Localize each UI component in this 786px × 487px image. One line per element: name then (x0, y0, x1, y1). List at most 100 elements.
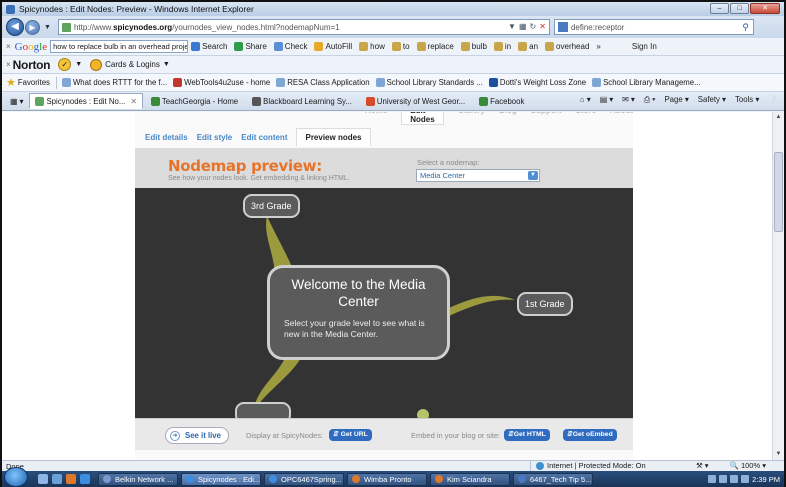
tab-teachgeorgia[interactable]: TeachGeorgia - Home (145, 93, 244, 109)
taskbar-item[interactable]: OPC6467Spring... (264, 472, 344, 486)
switch-windows-icon[interactable] (52, 474, 62, 484)
norton-dropdown-icon[interactable]: ▼ (75, 61, 82, 68)
node-3rd-grade[interactable]: 3rd Grade (243, 194, 300, 218)
favorite-link[interactable]: School Library Standards ... (375, 78, 483, 87)
nav-home[interactable]: Home (365, 112, 387, 125)
cards-logins-button[interactable]: Cards & Logins (105, 60, 160, 69)
nav-gallery[interactable]: Gallery (458, 112, 485, 125)
tab-uwg[interactable]: University of West Geor... (360, 93, 471, 109)
nav-blog[interactable]: Blog (499, 112, 517, 125)
tab-edit-details[interactable]: Edit details (145, 133, 188, 142)
highlight-an[interactable]: an (518, 42, 538, 51)
close-tab-icon[interactable]: ✕ (130, 97, 137, 106)
mail-button[interactable]: ✉ ▾ (622, 95, 635, 105)
google-autofill-button[interactable]: AutoFill (314, 42, 352, 51)
highlight-how[interactable]: how (359, 42, 385, 51)
back-button[interactable]: ◀ (6, 18, 24, 36)
taskbar-item[interactable]: 6467_Tech Tip 5... (513, 472, 593, 486)
scroll-down-icon[interactable]: ▼ (773, 449, 784, 460)
search-input[interactable]: define:receptor ⚲ (553, 19, 754, 35)
tab-preview-nodes[interactable]: Preview nodes (296, 128, 371, 146)
start-button[interactable] (4, 467, 28, 487)
ie-icon[interactable] (80, 474, 90, 484)
scroll-thumb[interactable] (774, 152, 783, 232)
stop-icon[interactable]: ✕ (539, 22, 546, 31)
tab-edit-style[interactable]: Edit style (197, 133, 233, 142)
cards-dropdown-icon[interactable]: ▼ (163, 61, 170, 68)
help-icon[interactable]: ❔ (768, 95, 778, 105)
zoom-level[interactable]: 🔍 100% ▾ (730, 461, 766, 470)
favorite-link[interactable]: WebTools4u2use - home (173, 78, 270, 87)
minimize-button[interactable]: – (710, 3, 729, 14)
get-html-button[interactable]: ⇵Get HTML (504, 429, 550, 441)
favorite-link[interactable]: School Library Manageme... (592, 78, 701, 87)
maximize-button[interactable]: □ (730, 3, 749, 14)
nav-about[interactable]: About (610, 112, 633, 125)
google-share-button[interactable]: Share (234, 42, 267, 51)
favorites-button[interactable]: ★ Favorites (6, 76, 50, 89)
nav-store[interactable]: Store (575, 112, 595, 125)
network-icon[interactable] (730, 475, 739, 483)
forward-button[interactable]: ▶ (25, 19, 40, 35)
history-dropdown-icon[interactable]: ▼ (44, 24, 51, 31)
taskbar-item[interactable]: Spicynodes : Edi... (181, 472, 261, 486)
google-search-button[interactable]: Search (191, 42, 227, 51)
nodemap-select[interactable]: Media Center ▼ (416, 169, 540, 182)
tab-facebook[interactable]: Facebook (473, 93, 530, 109)
tray-icon[interactable] (719, 475, 728, 483)
url-dropdown-icon[interactable]: ▼ (508, 22, 516, 31)
taskbar-item[interactable]: Kim Sciandra (430, 472, 510, 486)
get-url-button[interactable]: ⇵ Get URL (329, 429, 372, 441)
favorite-link[interactable]: Dotti's Weight Loss Zone (488, 78, 586, 87)
compatibility-icon[interactable]: ▦ (519, 22, 527, 31)
norton-logo[interactable]: Norton (13, 58, 51, 72)
search-icon[interactable]: ⚲ (742, 22, 749, 33)
tab-blackboard[interactable]: Blackboard Learning Sy... (246, 93, 358, 109)
tab-edit-content[interactable]: Edit content (241, 133, 287, 142)
show-desktop-icon[interactable] (38, 474, 48, 484)
nodemap-canvas[interactable]: 3rd Grade 1st Grade Welcome to the Media… (135, 188, 633, 418)
node-bottom-partial[interactable] (235, 402, 291, 418)
highlight-in[interactable]: in (493, 42, 511, 51)
node-1st-grade[interactable]: 1st Grade (517, 292, 573, 316)
nav-support[interactable]: Support (531, 112, 562, 125)
nav-edit-nodes[interactable]: Edit Nodes (401, 112, 444, 125)
norton-toolbar-close[interactable]: × (6, 60, 11, 69)
close-button[interactable]: ✕ (750, 3, 780, 14)
firefox-icon[interactable] (66, 474, 76, 484)
highlight-bulb[interactable]: bulb (460, 42, 487, 51)
tools-menu[interactable]: Tools ▾ (735, 95, 759, 105)
scroll-up-icon[interactable]: ▲ (773, 112, 784, 123)
see-it-live-button[interactable]: ➜ See it live (165, 427, 229, 444)
favorite-link[interactable]: What does RTTT for the f... (61, 78, 167, 87)
clock[interactable]: 2:39 PM (752, 475, 780, 484)
google-toolbar-close[interactable]: × (6, 42, 11, 51)
volume-icon[interactable] (741, 475, 750, 483)
google-more-button[interactable]: » (596, 42, 600, 51)
favorite-link[interactable]: RESA Class Application (276, 78, 370, 87)
tab-spicynodes[interactable]: Spicynodes : Edit No... ✕ (29, 93, 143, 109)
print-button[interactable]: ⎙ ▾ (644, 95, 656, 105)
node-welcome-center[interactable]: Welcome to the Media Center Select your … (267, 265, 450, 360)
get-oembed-button[interactable]: ⇵Get oEmbed (563, 429, 617, 441)
tray-icon[interactable] (708, 475, 717, 483)
highlight-replace[interactable]: replace (416, 42, 454, 51)
safety-menu[interactable]: Safety ▾ (698, 95, 726, 105)
page-menu[interactable]: Page ▾ (664, 95, 688, 105)
refresh-icon[interactable]: ↻ (530, 22, 537, 31)
norton-check-icon[interactable]: ✓ (58, 58, 72, 71)
google-sign-in[interactable]: Sign In (632, 42, 657, 51)
taskbar-item[interactable]: Wimba Pronto (347, 472, 427, 486)
home-button[interactable]: ⌂ ▾ (580, 95, 591, 105)
quick-tabs-button[interactable]: ▦ ▾ (6, 93, 27, 109)
highlight-overhead[interactable]: overhead (545, 42, 589, 51)
feeds-button[interactable]: ▤ ▾ (600, 95, 613, 105)
google-search-input[interactable]: how to replace bulb in an overhead proje… (50, 40, 189, 53)
highlight-to[interactable]: to (391, 42, 410, 51)
vertical-scrollbar[interactable]: ▲ ▼ (772, 112, 784, 460)
google-check-button[interactable]: Check (273, 42, 307, 51)
taskbar-item[interactable]: Belkin Network ... (98, 472, 178, 486)
security-zone[interactable]: Internet | Protected Mode: On (536, 461, 646, 470)
url-input[interactable]: http://www. spicynodes.org/yournodes_view… (57, 19, 550, 35)
protected-mode-icon[interactable]: ⚒ ▾ (696, 461, 709, 470)
